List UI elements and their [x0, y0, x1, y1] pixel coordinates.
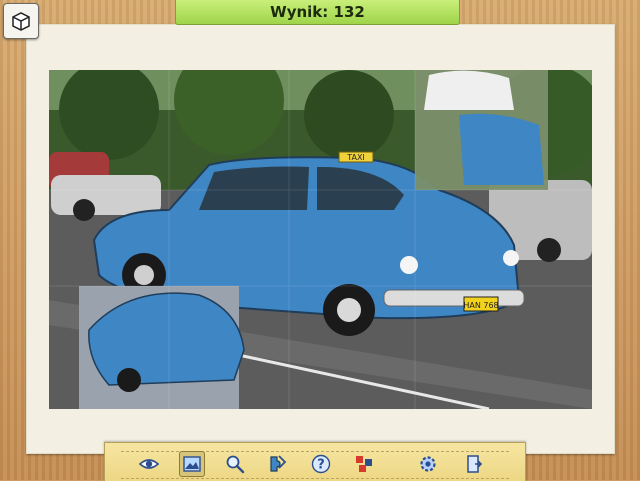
question-icon: ?: [311, 454, 331, 474]
shuffle-pieces-icon: [356, 456, 372, 472]
plate-text: HAN 768: [463, 301, 498, 310]
preview-eye-button[interactable]: [136, 451, 162, 477]
shuffle-button[interactable]: [351, 451, 377, 477]
show-picture-button[interactable]: [179, 451, 205, 477]
help-button[interactable]: ?: [308, 451, 334, 477]
box-menu-icon: [12, 12, 30, 31]
exit-door-icon: [467, 455, 483, 473]
svg-text:?: ?: [317, 458, 325, 473]
eye-icon: [138, 459, 160, 469]
gear-icon: [420, 456, 436, 472]
taxi-sign: TAXI: [346, 153, 365, 162]
exit-button[interactable]: [461, 451, 487, 477]
edge-pieces-icon: [270, 455, 287, 472]
score-value: 132: [333, 3, 365, 21]
magnifier-icon: [226, 455, 245, 474]
puzzle-image: TAXI HAN 768: [49, 70, 592, 409]
menu-button[interactable]: [3, 3, 39, 39]
edge-pieces-button[interactable]: [265, 451, 291, 477]
preview-picture-icon: [183, 456, 201, 472]
score-label: Wynik:: [270, 3, 329, 21]
puzzle-board[interactable]: TAXI HAN 768: [49, 70, 592, 409]
settings-button[interactable]: [415, 451, 441, 477]
zoom-button[interactable]: [222, 451, 248, 477]
score-banner: Wynik: 132: [175, 0, 460, 25]
toolbar: ?: [104, 442, 526, 481]
